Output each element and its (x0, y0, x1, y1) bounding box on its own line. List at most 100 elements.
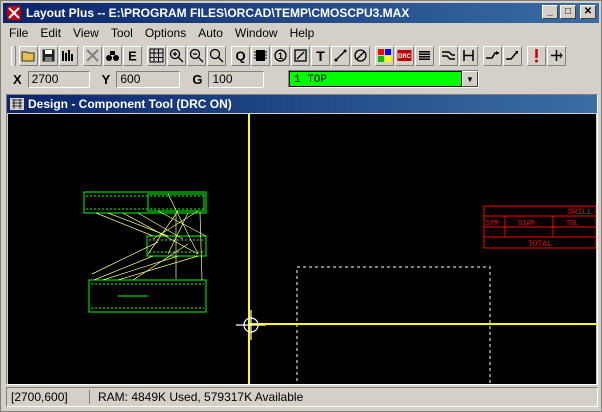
text-icon-label: T (316, 48, 325, 63)
design-window: Design - Component Tool (DRC ON) DRILL S… (6, 94, 598, 385)
reconnect-icon (419, 51, 430, 60)
pad-button[interactable]: 1 (271, 45, 290, 66)
menu-help[interactable]: Help (284, 26, 321, 40)
zoom-out-icon (189, 48, 204, 63)
edit-button[interactable]: E (123, 45, 142, 66)
maximize-button[interactable]: □ (560, 5, 576, 19)
status-bar: [2700,600] RAM: 4849K Used, 579317K Avai… (6, 387, 598, 407)
menu-edit[interactable]: Edit (34, 26, 67, 40)
spy-button[interactable] (103, 45, 122, 66)
x-label: X (13, 71, 22, 87)
design-window-icon (10, 98, 24, 110)
zoom-out-button[interactable] (187, 45, 206, 66)
drill-chart-total: TOTAL (528, 240, 552, 249)
open-button[interactable] (19, 45, 38, 66)
close-button[interactable]: ✕ (580, 5, 596, 19)
edit-icon: E (128, 49, 137, 64)
obstacle-button[interactable] (291, 45, 310, 66)
query-icon: Q (235, 49, 245, 64)
sweep-button[interactable] (483, 45, 502, 66)
refresh-icon (463, 50, 474, 61)
layer-select[interactable]: 1 TOP ▼ (288, 70, 479, 88)
pcb-drawing: DRILL C SYM DIAM TOL TOTAL (83, 114, 596, 384)
error-button[interactable] (351, 45, 370, 66)
text-button[interactable]: T (311, 45, 330, 66)
print-button[interactable] (59, 45, 78, 66)
drc-icon-label: DRC (398, 54, 412, 60)
menu-view[interactable]: View (67, 26, 105, 40)
edit-icon-label: E (128, 49, 137, 64)
y-coord-field[interactable]: 600 (116, 70, 181, 88)
route-icon (442, 51, 455, 60)
split-icon (551, 50, 563, 61)
save-icon (42, 49, 55, 62)
grid-button[interactable] (147, 45, 166, 66)
text-icon: T (316, 48, 325, 63)
menu-options[interactable]: Options (139, 26, 192, 40)
spy-icon (106, 51, 119, 61)
selection-box[interactable] (296, 266, 491, 384)
status-coordinates: [2700,600] (7, 390, 90, 404)
connection-icon (334, 49, 347, 62)
window-title: Layout Plus -- E:\PROGRAM FILES\ORCAD\TE… (26, 6, 410, 20)
zoom-all-icon (209, 48, 224, 63)
drc-icon: DRC (397, 50, 412, 61)
drill-chart-col-sym: SYM (486, 220, 499, 228)
pad-icon: 1 (274, 49, 287, 62)
open-icon (21, 51, 35, 62)
menu-window[interactable]: Window (229, 26, 284, 40)
color-button[interactable] (375, 45, 394, 66)
obstacle-icon (294, 49, 307, 62)
design-canvas[interactable]: DRILL C SYM DIAM TOL TOTAL (8, 114, 596, 384)
status-memory: RAM: 4849K Used, 579317K Available (98, 390, 304, 404)
alert-icon (535, 49, 538, 63)
menu-auto[interactable]: Auto (192, 26, 229, 40)
menu-tool[interactable]: Tool (105, 26, 139, 40)
ratsnest-lines (91, 193, 207, 281)
print-icon (62, 50, 73, 61)
zoom-in-icon (169, 48, 184, 63)
shove-button[interactable] (503, 45, 522, 66)
query-button[interactable]: Q (231, 45, 250, 66)
menu-bar: File Edit View Tool Options Auto Window … (3, 24, 599, 42)
reconnect-button[interactable] (415, 45, 434, 66)
drill-chart-title: DRILL C (568, 208, 596, 217)
crosshair-cursor-icon (236, 310, 266, 340)
alert-button[interactable] (527, 45, 546, 66)
error-icon (354, 49, 367, 62)
layer-value: 1 TOP (289, 71, 462, 87)
delete-button[interactable] (83, 45, 102, 66)
component-u1[interactable] (83, 191, 207, 214)
component-icon (254, 50, 267, 61)
toolbar-grip[interactable] (11, 45, 16, 66)
component-button[interactable] (251, 45, 270, 66)
svg-text:1: 1 (278, 51, 283, 61)
route-button[interactable] (439, 45, 458, 66)
zoom-all-button[interactable] (207, 45, 226, 66)
app-window: Layout Plus -- E:\PROGRAM FILES\ORCAD\TE… (0, 0, 602, 412)
app-icon (7, 6, 21, 20)
connection-button[interactable] (331, 45, 350, 66)
drill-chart-col-diam: DIAM (518, 220, 535, 228)
query-icon-label: Q (235, 49, 245, 64)
zoom-in-button[interactable] (167, 45, 186, 66)
component-u3[interactable] (88, 279, 207, 313)
refresh-button[interactable] (459, 45, 478, 66)
sweep-icon (486, 51, 499, 59)
split-button[interactable] (547, 45, 566, 66)
layer-dropdown-button[interactable]: ▼ (462, 71, 478, 87)
save-button[interactable] (39, 45, 58, 66)
minimize-button[interactable]: _ (542, 5, 558, 19)
menu-file[interactable]: File (3, 26, 34, 40)
title-bar: Layout Plus -- E:\PROGRAM FILES\ORCAD\TE… (3, 3, 599, 23)
grid-field[interactable]: 100 (208, 70, 265, 88)
drc-button[interactable]: DRC (395, 45, 414, 66)
design-window-title-bar: Design - Component Tool (DRC ON) (7, 95, 597, 113)
drill-chart[interactable]: DRILL C SYM DIAM TOL TOTAL (483, 205, 596, 249)
delete-icon (86, 49, 99, 62)
x-coord-field[interactable]: 2700 (27, 70, 90, 88)
minimize-icon: _ (547, 6, 553, 17)
chevron-down-icon: ▼ (466, 74, 474, 84)
coordinate-bar: X 2700 Y 600 G 100 1 TOP ▼ (3, 68, 599, 90)
g-label: G (192, 71, 203, 87)
